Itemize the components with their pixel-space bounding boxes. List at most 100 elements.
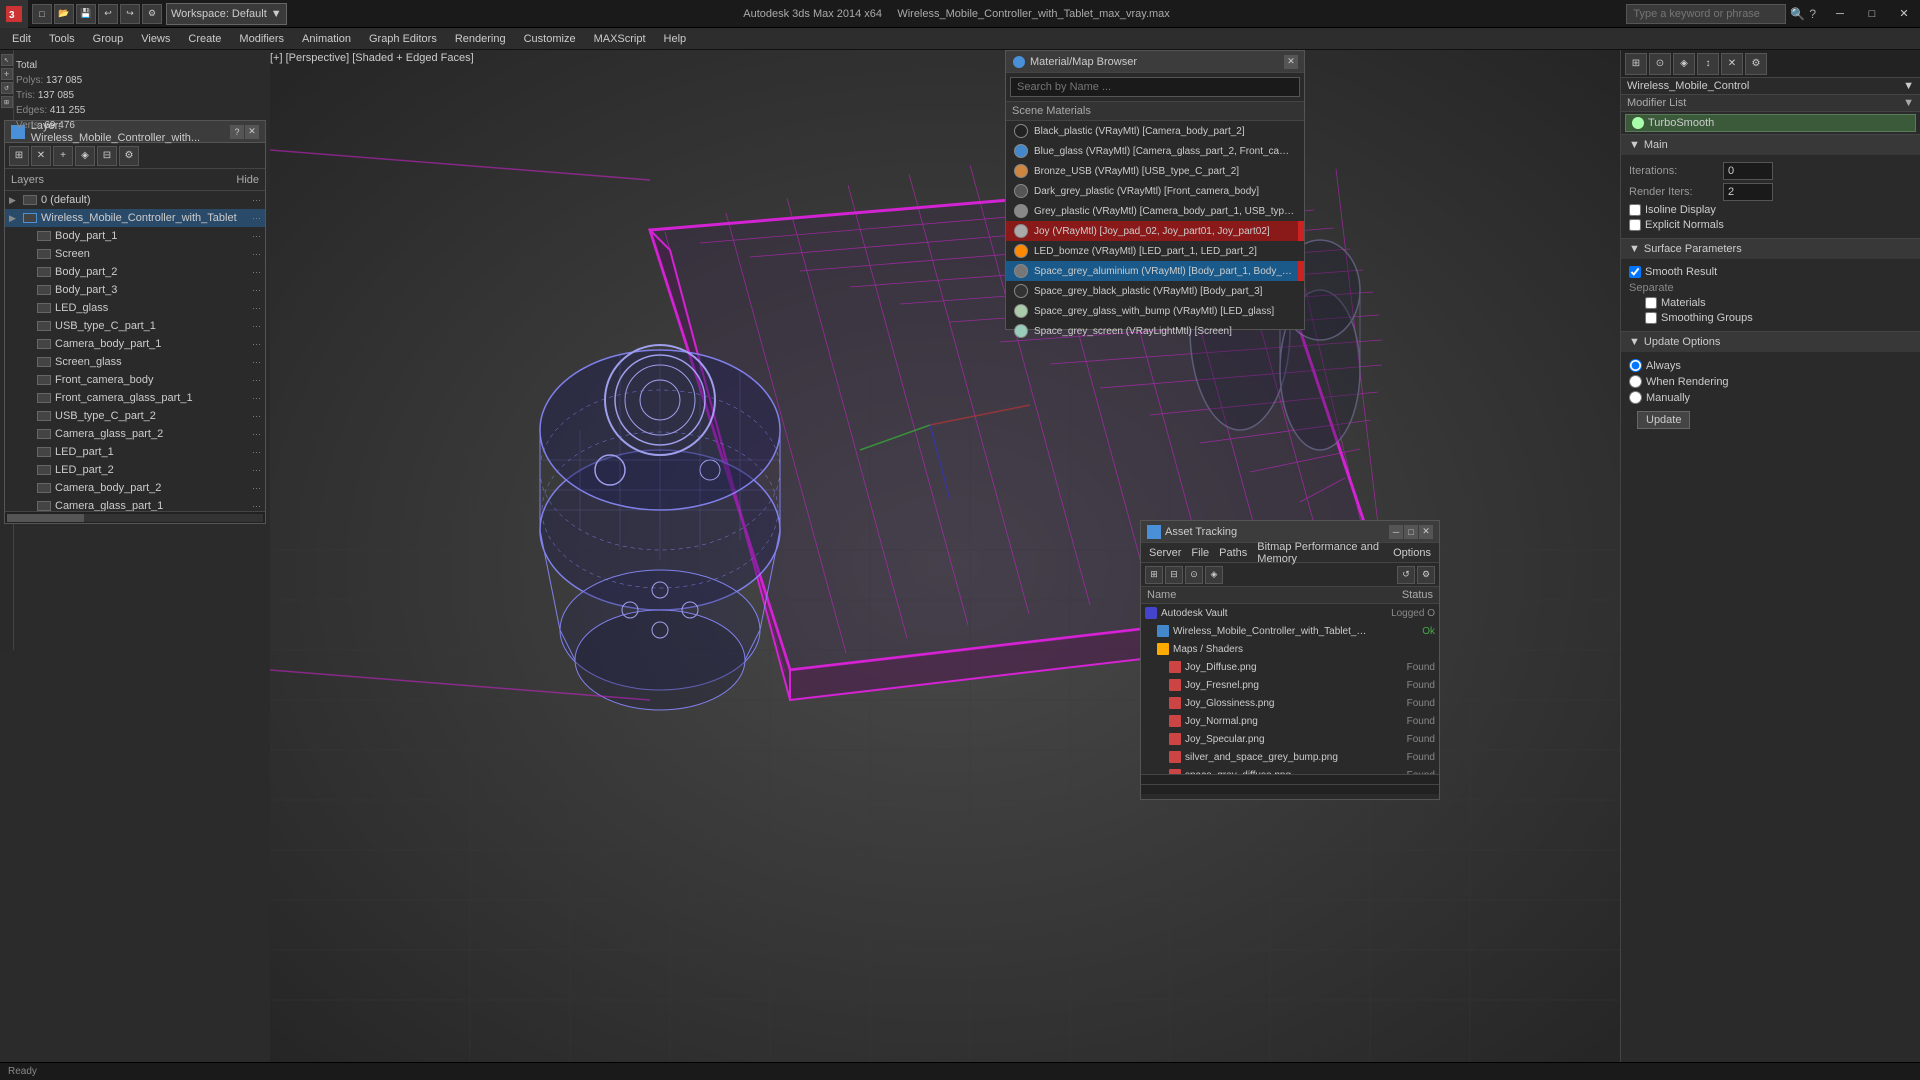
section-surface[interactable]: ▼ Surface Parameters <box>1621 238 1920 259</box>
smooth-result-checkbox[interactable] <box>1629 266 1641 278</box>
explicit-normals-checkbox[interactable] <box>1629 219 1641 231</box>
section-main[interactable]: ▼ Main <box>1621 134 1920 155</box>
layer-item-l16[interactable]: Camera_body_part_2 ··· <box>5 479 265 497</box>
menu-item-animation[interactable]: Animation <box>294 31 359 47</box>
update-button[interactable]: Update <box>1637 411 1690 429</box>
asset-menu-server[interactable]: Server <box>1145 546 1185 560</box>
mod-icon-5[interactable]: ✕ <box>1721 53 1743 75</box>
mat-item-6[interactable]: LED_bomze (VRayMtl) [LED_part_1, LED_par… <box>1006 241 1304 261</box>
layer-delete-btn[interactable]: ✕ <box>31 146 51 166</box>
asset-scrollbar-h[interactable] <box>1141 784 1439 794</box>
mat-item-7[interactable]: Space_grey_aluminium (VRayMtl) [Body_par… <box>1006 261 1304 281</box>
layer-item-l5[interactable]: Body_part_3 ··· <box>5 281 265 299</box>
workspace-selector[interactable]: Workspace: Default ▼ <box>166 3 287 25</box>
help-icon[interactable]: ? <box>1809 7 1816 21</box>
asset-menu-options[interactable]: Options <box>1389 546 1435 560</box>
layer-item-l13[interactable]: Camera_glass_part_2 ··· <box>5 425 265 443</box>
asset-tb-6[interactable]: ⚙ <box>1417 566 1435 584</box>
tool-move[interactable]: ✛ <box>1 68 13 80</box>
asset-item-7[interactable]: Joy_Specular.png Found <box>1141 730 1439 748</box>
layer-merge-btn[interactable]: ⊟ <box>97 146 117 166</box>
render-setup-btn[interactable]: ⚙ <box>142 4 162 24</box>
layer-item-l7[interactable]: USB_type_C_part_1 ··· <box>5 317 265 335</box>
minimize-btn[interactable]: ─ <box>1824 0 1856 28</box>
asset-item-5[interactable]: Joy_Glossiness.png Found <box>1141 694 1439 712</box>
menu-item-group[interactable]: Group <box>85 31 132 47</box>
layers-close-btn[interactable]: ✕ <box>245 125 259 139</box>
undo-btn[interactable]: ↩ <box>98 4 118 24</box>
manually-radio[interactable] <box>1629 391 1642 404</box>
asset-item-2[interactable]: Maps / Shaders <box>1141 640 1439 658</box>
mat-item-5[interactable]: Joy (VRayMtl) [Joy_pad_02, Joy_part01, J… <box>1006 221 1304 241</box>
material-close-btn[interactable]: ✕ <box>1284 55 1298 69</box>
menu-item-create[interactable]: Create <box>180 31 229 47</box>
asset-tb-4[interactable]: ◈ <box>1205 566 1223 584</box>
asset-maximize-btn[interactable]: □ <box>1404 525 1418 539</box>
asset-item-3[interactable]: Joy_Diffuse.png Found <box>1141 658 1439 676</box>
layer-add-sel-btn[interactable]: + <box>53 146 73 166</box>
layer-item-l10[interactable]: Front_camera_body ··· <box>5 371 265 389</box>
layers-scrollthumb-h[interactable] <box>7 514 84 522</box>
search-icon[interactable]: 🔍 <box>1790 7 1805 21</box>
search-input[interactable] <box>1626 4 1786 24</box>
mat-item-3[interactable]: Dark_grey_plastic (VRayMtl) [Front_camer… <box>1006 181 1304 201</box>
menu-item-customize[interactable]: Customize <box>516 31 584 47</box>
save-btn[interactable]: 💾 <box>76 4 96 24</box>
render-iters-input[interactable] <box>1723 183 1773 201</box>
mat-item-10[interactable]: Space_grey_screen (VRayLightMtl) [Screen… <box>1006 321 1304 341</box>
mod-icon-3[interactable]: ◈ <box>1673 53 1695 75</box>
menu-item-tools[interactable]: Tools <box>41 31 83 47</box>
mod-icon-2[interactable]: ⊙ <box>1649 53 1671 75</box>
mat-item-4[interactable]: Grey_plastic (VRayMtl) [Camera_body_part… <box>1006 201 1304 221</box>
layers-help-btn[interactable]: ? <box>230 125 244 139</box>
maximize-btn[interactable]: □ <box>1856 0 1888 28</box>
asset-menu-paths[interactable]: Paths <box>1215 546 1251 560</box>
asset-item-8[interactable]: silver_and_space_grey_bump.png Found <box>1141 748 1439 766</box>
layer-item-l15[interactable]: LED_part_2 ··· <box>5 461 265 479</box>
layer-item-l8[interactable]: Camera_body_part_1 ··· <box>5 335 265 353</box>
layer-settings-btn[interactable]: ⚙ <box>119 146 139 166</box>
menu-item-help[interactable]: Help <box>656 31 695 47</box>
mod-icon-6[interactable]: ⚙ <box>1745 53 1767 75</box>
tool-scale[interactable]: ⊞ <box>1 96 13 108</box>
mat-item-8[interactable]: Space_grey_black_plastic (VRayMtl) [Body… <box>1006 281 1304 301</box>
always-radio[interactable] <box>1629 359 1642 372</box>
mod-icon-1[interactable]: ⊞ <box>1625 53 1647 75</box>
menu-item-graph-editors[interactable]: Graph Editors <box>361 31 445 47</box>
layer-item-l12[interactable]: USB_type_C_part_2 ··· <box>5 407 265 425</box>
menu-item-views[interactable]: Views <box>133 31 178 47</box>
asset-item-0[interactable]: Autodesk Vault Logged O <box>1141 604 1439 622</box>
iterations-input[interactable] <box>1723 162 1773 180</box>
modifier-list-dropdown[interactable]: ▼ <box>1903 97 1914 109</box>
layers-scrollbar-h[interactable] <box>5 511 265 523</box>
asset-tb-5[interactable]: ↺ <box>1397 566 1415 584</box>
asset-item-6[interactable]: Joy_Normal.png Found <box>1141 712 1439 730</box>
menu-item-rendering[interactable]: Rendering <box>447 31 514 47</box>
asset-menu-bitmap-performance-and-memory[interactable]: Bitmap Performance and Memory <box>1253 540 1387 566</box>
layer-item-l17[interactable]: Camera_glass_part_1 ··· <box>5 497 265 511</box>
asset-close-btn[interactable]: ✕ <box>1419 525 1433 539</box>
isoline-checkbox[interactable] <box>1629 204 1641 216</box>
asset-tb-3[interactable]: ⊙ <box>1185 566 1203 584</box>
layer-item-l9[interactable]: Screen_glass ··· <box>5 353 265 371</box>
menu-item-modifiers[interactable]: Modifiers <box>231 31 292 47</box>
mod-icon-4[interactable]: ↕ <box>1697 53 1719 75</box>
mat-item-0[interactable]: Black_plastic (VRayMtl) [Camera_body_par… <box>1006 121 1304 141</box>
menu-item-maxscript[interactable]: MAXScript <box>586 31 654 47</box>
new-btn[interactable]: □ <box>32 4 52 24</box>
smoothing-groups-checkbox[interactable] <box>1645 312 1657 324</box>
asset-menu-file[interactable]: File <box>1187 546 1213 560</box>
close-btn[interactable]: ✕ <box>1888 0 1920 28</box>
when-rendering-radio[interactable] <box>1629 375 1642 388</box>
layer-item-l6[interactable]: LED_glass ··· <box>5 299 265 317</box>
mat-item-9[interactable]: Space_grey_glass_with_bump (VRayMtl) [LE… <box>1006 301 1304 321</box>
layer-item-l3[interactable]: Screen ··· <box>5 245 265 263</box>
layer-item-l11[interactable]: Front_camera_glass_part_1 ··· <box>5 389 265 407</box>
asset-item-4[interactable]: Joy_Fresnel.png Found <box>1141 676 1439 694</box>
asset-tb-2[interactable]: ⊟ <box>1165 566 1183 584</box>
asset-minimize-btn[interactable]: ─ <box>1389 525 1403 539</box>
layer-item-l4[interactable]: Body_part_2 ··· <box>5 263 265 281</box>
mat-item-1[interactable]: Blue_glass (VRayMtl) [Camera_glass_part_… <box>1006 141 1304 161</box>
modifier-dropdown-arrow[interactable]: ▼ <box>1903 80 1914 92</box>
asset-item-9[interactable]: space_grey_diffuse.png Found <box>1141 766 1439 774</box>
